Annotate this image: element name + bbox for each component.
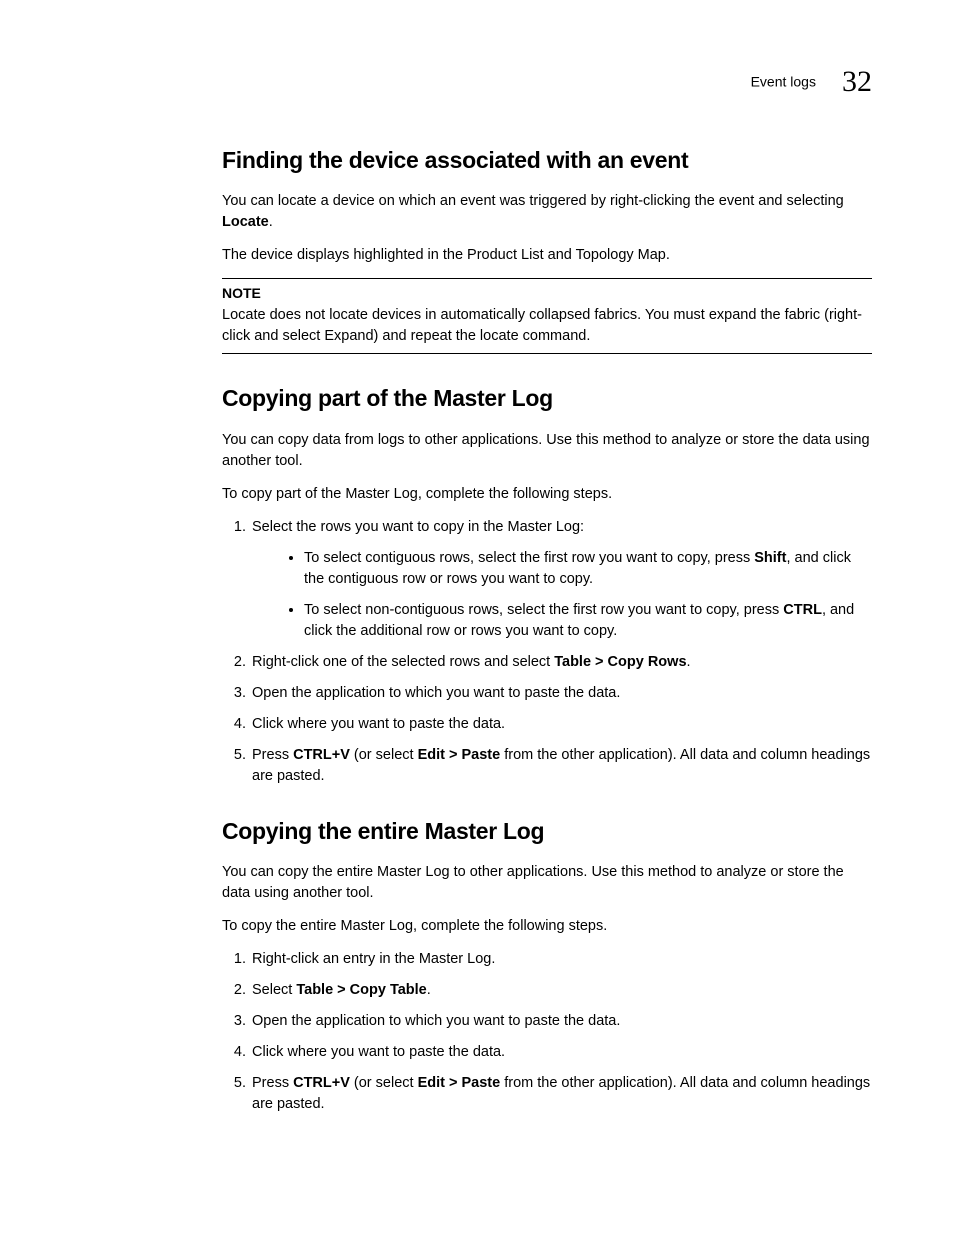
heading-finding-device: Finding the device associated with an ev… — [222, 144, 872, 177]
list-item: Open the application to which you want t… — [250, 683, 872, 704]
header-chapter-number: 32 — [842, 65, 872, 98]
list-item: Select the rows you want to copy in the … — [250, 517, 872, 642]
text-run: Press — [252, 747, 293, 763]
text-run: You can locate a device on which an even… — [222, 193, 844, 209]
text-run: Select the rows you want to copy in the … — [252, 519, 584, 535]
bold-locate: Locate — [222, 214, 269, 230]
text-run: Press — [252, 1075, 293, 1091]
text-run: To select contiguous rows, select the fi… — [304, 550, 754, 566]
note-body: Locate does not locate devices in automa… — [222, 305, 872, 347]
bold-shift: Shift — [754, 550, 786, 566]
heading-copy-entire: Copying the entire Master Log — [222, 815, 872, 848]
note-block: NOTE Locate does not locate devices in a… — [222, 278, 872, 354]
bold-ctrl-v: CTRL+V — [293, 747, 350, 763]
bold-ctrl: CTRL — [783, 602, 822, 618]
ordered-list: Select the rows you want to copy in the … — [222, 517, 872, 787]
bold-edit-paste: Edit > Paste — [418, 1075, 501, 1091]
list-item: Click where you want to paste the data. — [250, 1042, 872, 1063]
heading-copy-part: Copying part of the Master Log — [222, 382, 872, 415]
list-item: To select contiguous rows, select the fi… — [304, 548, 872, 590]
text-run: . — [427, 982, 431, 998]
text-run: (or select — [350, 747, 418, 763]
body-text: You can locate a device on which an even… — [222, 191, 872, 233]
bold-ctrl-v: CTRL+V — [293, 1075, 350, 1091]
body-text: To copy the entire Master Log, complete … — [222, 916, 872, 937]
note-label: NOTE — [222, 283, 872, 303]
list-item: Select Table > Copy Table. — [250, 980, 872, 1001]
header-section: Event logs — [751, 74, 816, 90]
body-text: To copy part of the Master Log, complete… — [222, 484, 872, 505]
bold-edit-paste: Edit > Paste — [418, 747, 501, 763]
list-item: To select non-contiguous rows, select th… — [304, 600, 872, 642]
text-run: Select — [252, 982, 296, 998]
list-item: Right-click one of the selected rows and… — [250, 652, 872, 673]
text-run: . — [269, 214, 273, 230]
list-item: Press CTRL+V (or select Edit > Paste fro… — [250, 1073, 872, 1115]
body-text: The device displays highlighted in the P… — [222, 245, 872, 266]
text-run: (or select — [350, 1075, 418, 1091]
body-text: You can copy the entire Master Log to ot… — [222, 862, 872, 904]
page: Event logs 32 Finding the device associa… — [0, 0, 954, 1235]
list-item: Open the application to which you want t… — [250, 1011, 872, 1032]
text-run: To select non-contiguous rows, select th… — [304, 602, 783, 618]
list-item: Click where you want to paste the data. — [250, 714, 872, 735]
ordered-list: Right-click an entry in the Master Log. … — [222, 949, 872, 1115]
list-item: Right-click an entry in the Master Log. — [250, 949, 872, 970]
bold-menu-path: Table > Copy Rows — [554, 654, 686, 670]
bold-menu-path: Table > Copy Table — [296, 982, 426, 998]
text-run: . — [687, 654, 691, 670]
list-item: Press CTRL+V (or select Edit > Paste fro… — [250, 745, 872, 787]
text-run: Right-click one of the selected rows and… — [252, 654, 554, 670]
body-text: You can copy data from logs to other app… — [222, 430, 872, 472]
bullet-list: To select contiguous rows, select the fi… — [280, 548, 872, 642]
running-header: Event logs 32 — [222, 60, 872, 104]
